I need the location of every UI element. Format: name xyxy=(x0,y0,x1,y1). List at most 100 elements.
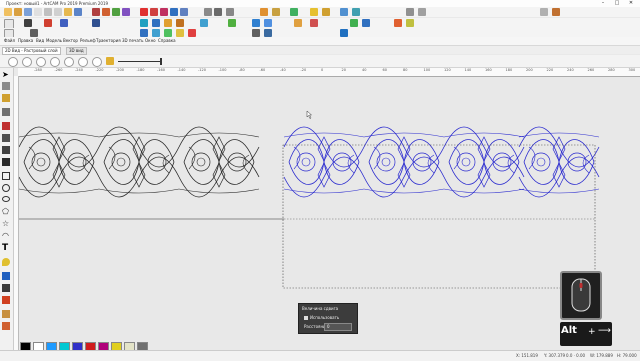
grid-toggle-icon[interactable] xyxy=(92,57,102,67)
menu-toolpath[interactable]: Траектория xyxy=(96,38,121,43)
tab-3d-view[interactable]: 3D вид xyxy=(66,47,87,55)
paste-icon[interactable] xyxy=(44,8,52,16)
align-icon[interactable] xyxy=(204,8,212,16)
pan-icon[interactable] xyxy=(78,57,88,67)
menu-edit[interactable]: Правка xyxy=(18,38,33,43)
node-edit-icon[interactable] xyxy=(102,8,110,16)
pocket-icon[interactable] xyxy=(294,19,302,27)
group-icon[interactable] xyxy=(214,8,222,16)
menu-file[interactable]: Файл xyxy=(4,38,15,43)
relief-view-icon[interactable] xyxy=(152,29,160,37)
relief-light-icon[interactable] xyxy=(176,29,184,37)
star-tool-icon[interactable] xyxy=(170,8,178,16)
paint-icon[interactable] xyxy=(406,19,414,27)
layers-icon[interactable] xyxy=(540,8,548,16)
arc-tool-icon[interactable] xyxy=(180,8,188,16)
relief-color-icon[interactable] xyxy=(164,29,172,37)
menu-help[interactable]: Справка xyxy=(158,38,176,43)
zoom-fit-icon[interactable] xyxy=(8,57,18,67)
polygon-tool-icon[interactable] xyxy=(160,8,168,16)
minimize-button[interactable]: – xyxy=(596,0,610,7)
render-icon[interactable] xyxy=(340,29,348,37)
use-checkbox-row[interactable]: Использовать xyxy=(304,315,339,320)
engrave-icon[interactable] xyxy=(310,19,318,27)
pen-icon[interactable] xyxy=(2,310,10,318)
menu-view[interactable]: Вид xyxy=(36,38,44,43)
ellipse-tool-icon[interactable] xyxy=(150,8,158,16)
relief-merge-icon[interactable] xyxy=(272,8,280,16)
grid-icon[interactable] xyxy=(252,29,260,37)
drawing-canvas[interactable] xyxy=(18,77,640,340)
polyline-icon[interactable] xyxy=(2,134,10,142)
rectangle-tool-icon[interactable] xyxy=(140,8,148,16)
zoom-out-icon[interactable] xyxy=(36,57,46,67)
zoom-slider-handle[interactable] xyxy=(160,58,162,65)
tab-2d-view[interactable]: 2D Вид - Растровый слой xyxy=(2,47,61,55)
zoom-in-icon[interactable] xyxy=(22,57,32,67)
snap-icon[interactable] xyxy=(264,29,272,37)
eraser-icon[interactable] xyxy=(2,284,10,292)
offset-tool-icon[interactable] xyxy=(122,8,130,16)
redo-icon[interactable] xyxy=(74,8,82,16)
weld-icon[interactable] xyxy=(60,19,68,27)
relief-zero-icon[interactable] xyxy=(176,19,184,27)
simulation-icon[interactable] xyxy=(352,8,360,16)
relief-layer-icon[interactable] xyxy=(140,29,148,37)
paint-bucket-icon[interactable] xyxy=(2,158,10,166)
zoom-previous-icon[interactable] xyxy=(64,57,74,67)
use-checkbox[interactable] xyxy=(304,316,308,320)
relief-red-icon[interactable] xyxy=(188,29,196,37)
print-icon[interactable] xyxy=(54,8,62,16)
menu-window[interactable]: Окно xyxy=(145,38,156,43)
menu-vector[interactable]: Вектор xyxy=(63,38,78,43)
relief-smooth-icon[interactable] xyxy=(140,19,148,27)
dropper-icon[interactable] xyxy=(2,322,10,330)
extrude-icon[interactable] xyxy=(322,8,330,16)
boolean-icon[interactable] xyxy=(92,19,100,27)
polygon-icon[interactable]: ⬠ xyxy=(2,208,10,216)
view-iso-icon[interactable] xyxy=(418,8,426,16)
text-tool-icon[interactable] xyxy=(112,8,120,16)
join-icon[interactable] xyxy=(44,19,52,27)
close-button[interactable]: ✕ xyxy=(624,0,638,7)
menu-relief[interactable]: Рельеф xyxy=(80,38,96,43)
trim-icon[interactable] xyxy=(24,19,32,27)
ellipse-icon[interactable] xyxy=(2,196,10,202)
scale-icon[interactable] xyxy=(252,19,260,27)
pencil-icon[interactable] xyxy=(2,122,10,130)
view-top-icon[interactable] xyxy=(406,8,414,16)
size-input[interactable]: 0 xyxy=(324,323,352,331)
light-bulb-icon[interactable] xyxy=(106,57,114,65)
arc-icon[interactable]: ◠ xyxy=(2,232,10,240)
relief-add-icon[interactable] xyxy=(152,19,160,27)
export-icon[interactable] xyxy=(362,19,370,27)
transform-icon[interactable] xyxy=(2,94,10,102)
mirror-icon[interactable] xyxy=(226,8,234,16)
new-file-icon[interactable] xyxy=(4,8,12,16)
rectangle-icon[interactable] xyxy=(2,172,10,180)
maximize-button[interactable]: □ xyxy=(610,0,624,7)
menu-3d-print[interactable]: 3D печать xyxy=(122,38,143,43)
undo-icon[interactable] xyxy=(64,8,72,16)
blue-fill-icon[interactable] xyxy=(2,272,10,280)
open-folder-icon[interactable] xyxy=(14,8,22,16)
shape-editor-icon[interactable] xyxy=(310,8,318,16)
vector-tool-icon[interactable] xyxy=(92,8,100,16)
texture-icon[interactable] xyxy=(228,19,236,27)
bezier-icon[interactable] xyxy=(2,146,10,154)
menu-model[interactable]: Модель xyxy=(46,38,62,43)
measure-icon[interactable] xyxy=(30,29,38,37)
sculpt-icon[interactable] xyxy=(290,8,298,16)
zoom-slider[interactable] xyxy=(118,58,162,65)
zoom-window-icon[interactable] xyxy=(50,57,60,67)
rotate-icon[interactable] xyxy=(264,19,272,27)
node-select-icon[interactable] xyxy=(2,82,10,90)
text-icon[interactable] xyxy=(2,108,10,116)
text-T-icon[interactable]: T xyxy=(2,244,10,253)
fire-icon[interactable] xyxy=(394,19,402,27)
settings-gear-icon[interactable] xyxy=(552,8,560,16)
relief-icon[interactable] xyxy=(260,8,268,16)
brush-icon[interactable] xyxy=(2,296,10,304)
machine-icon[interactable] xyxy=(350,19,358,27)
toolpath-icon[interactable] xyxy=(340,8,348,16)
